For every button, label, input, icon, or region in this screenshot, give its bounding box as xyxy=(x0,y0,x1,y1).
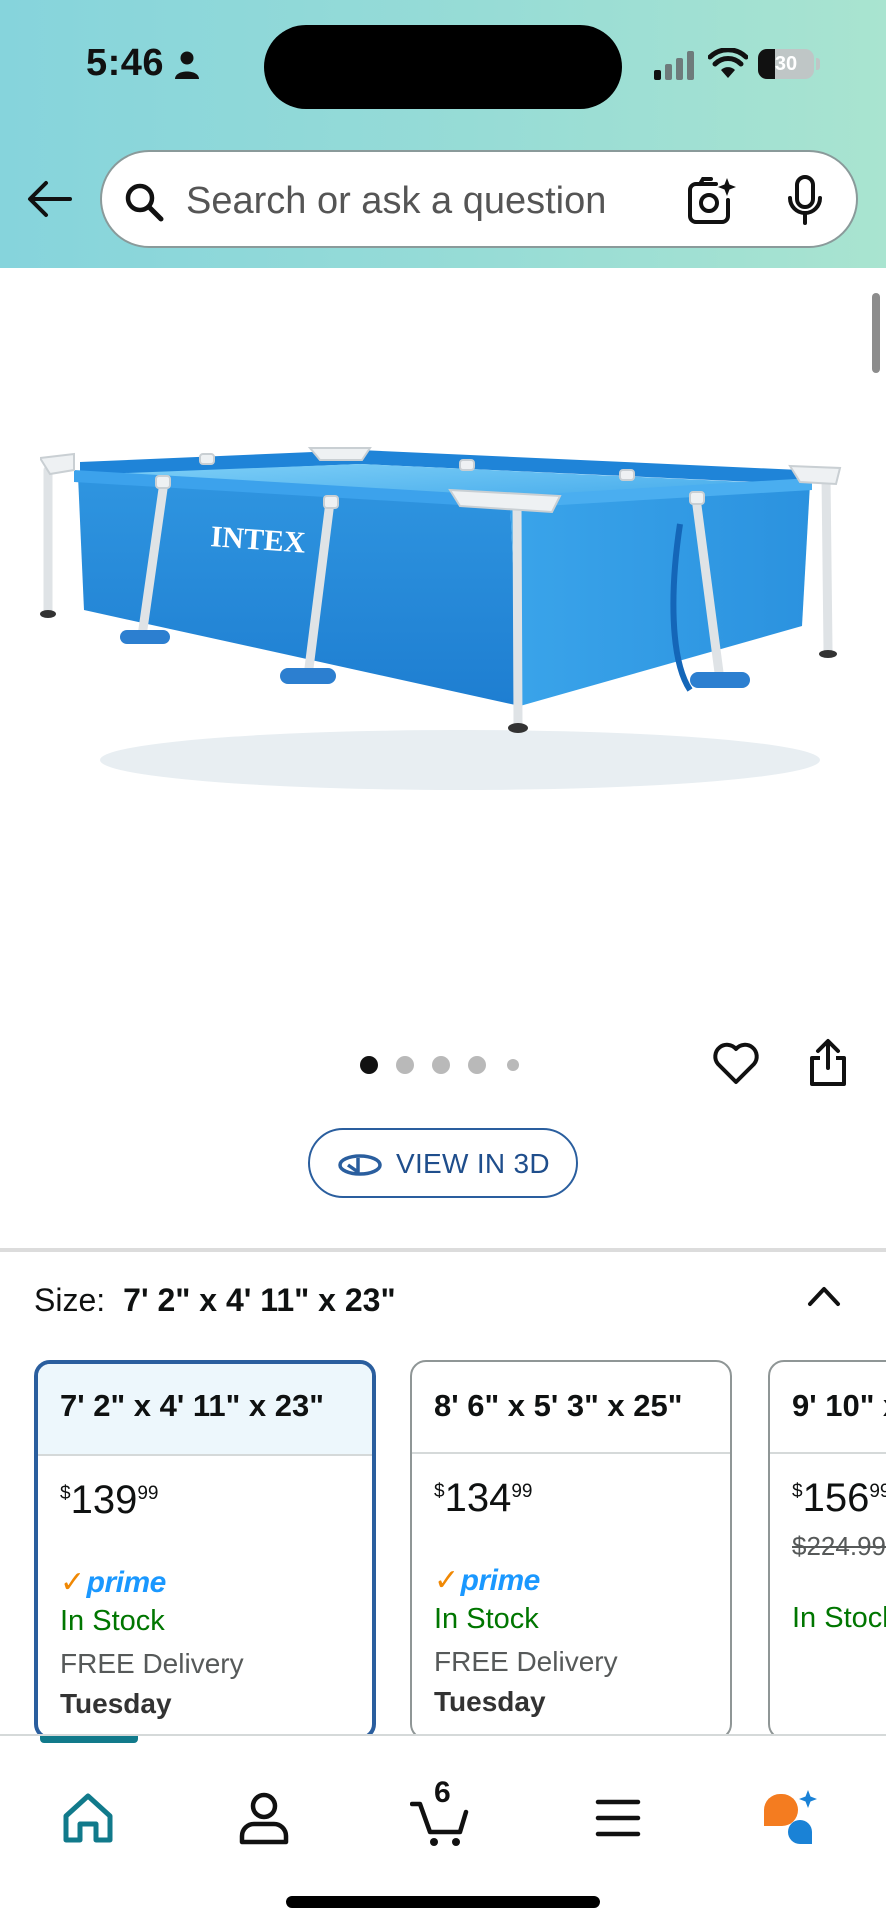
stock-status: In Stock xyxy=(792,1602,886,1634)
price-cents: 99 xyxy=(511,1481,533,1502)
menu-icon[interactable] xyxy=(588,1788,648,1848)
battery-icon: 30 xyxy=(758,49,814,79)
chevron-up-icon[interactable] xyxy=(805,1280,843,1310)
size-label: Size: xyxy=(34,1282,106,1318)
home-indicator-bar xyxy=(286,1896,600,1908)
stock-status: In Stock xyxy=(60,1605,165,1637)
carousel-dot-1[interactable] xyxy=(360,1056,378,1074)
size-selector-header[interactable]: Size: 7' 2" x 4' 11" x 23" xyxy=(34,1282,396,1319)
home-icon[interactable] xyxy=(58,1788,118,1848)
back-arrow-icon[interactable] xyxy=(26,175,74,223)
bottom-navigation: 6 xyxy=(0,1734,886,1920)
size-option-price: $13999 xyxy=(60,1478,350,1523)
image-carousel-dots[interactable] xyxy=(360,1052,530,1076)
delivery-text: FREE Delivery xyxy=(60,1648,244,1679)
stock-status: In Stock xyxy=(434,1603,539,1635)
size-option-card[interactable]: 7' 2" x 4' 11" x 23" $13999 ✓prime In St… xyxy=(34,1360,376,1740)
prime-badge: ✓prime xyxy=(60,1565,350,1599)
price-cents: 99 xyxy=(869,1481,886,1502)
carousel-dot-4[interactable] xyxy=(468,1056,486,1074)
delivery-day: Tuesday xyxy=(434,1686,546,1717)
currency-symbol: $ xyxy=(792,1481,803,1502)
size-selected-value: 7' 2" x 4' 11" x 23" xyxy=(123,1282,396,1318)
prime-check-icon: ✓ xyxy=(60,1566,85,1599)
svg-text:INTEX: INTEX xyxy=(210,520,307,560)
active-tab-indicator xyxy=(40,1736,138,1743)
price-cents: 99 xyxy=(137,1483,159,1504)
wifi-icon xyxy=(708,48,748,78)
dynamic-island xyxy=(264,25,622,109)
size-option-price: $15699 xyxy=(792,1476,886,1521)
prime-label: prime xyxy=(460,1564,541,1597)
battery-percent: 30 xyxy=(774,53,798,75)
battery-tip xyxy=(816,58,820,70)
view-in-3d-label: VIEW IN 3D xyxy=(396,1148,550,1179)
size-option-name: 7' 2" x 4' 11" x 23" xyxy=(38,1364,372,1456)
search-bar[interactable]: Search or ask a question xyxy=(100,150,858,248)
person-icon xyxy=(175,51,199,79)
account-icon[interactable] xyxy=(234,1788,294,1848)
rufus-assistant-icon[interactable] xyxy=(760,1788,820,1848)
search-icon xyxy=(125,183,164,222)
price-whole: 139 xyxy=(70,1478,138,1522)
prime-badge: ✓prime xyxy=(434,1563,708,1597)
currency-symbol: $ xyxy=(434,1481,445,1502)
section-divider xyxy=(0,1248,886,1252)
delivery-day: Tuesday xyxy=(60,1688,172,1719)
share-icon[interactable] xyxy=(806,1038,850,1088)
product-image-pool[interactable]: INTEX xyxy=(40,440,850,810)
rotate-3d-icon xyxy=(338,1154,382,1176)
carousel-dot-5[interactable] xyxy=(507,1059,519,1071)
delivery-text: FREE Delivery xyxy=(434,1646,618,1677)
size-option-name: 9' 10" x 6' 7" x 30" xyxy=(770,1362,886,1454)
microphone-icon[interactable] xyxy=(786,174,824,226)
carousel-dot-2[interactable] xyxy=(396,1056,414,1074)
currency-symbol: $ xyxy=(60,1483,71,1504)
cellular-signal-icon xyxy=(654,51,694,80)
search-input[interactable]: Search or ask a question xyxy=(186,180,606,223)
cart-count-badge: 6 xyxy=(434,1776,451,1809)
size-option-card[interactable]: 9' 10" x 6' 7" x 30" $15699 $224.99 In S… xyxy=(768,1360,886,1740)
size-option-name: 8' 6" x 5' 3" x 25" xyxy=(412,1362,730,1454)
cart-button[interactable]: 6 xyxy=(409,1776,470,1848)
size-option-price: $13499 xyxy=(434,1476,708,1521)
list-price: $224.99 xyxy=(792,1531,886,1561)
header: 5:46 30 Search or ask a question xyxy=(0,0,886,268)
status-time: 5:46 xyxy=(86,42,165,84)
scroll-indicator[interactable] xyxy=(872,293,880,373)
heart-icon[interactable] xyxy=(712,1040,760,1086)
prime-label: prime xyxy=(86,1566,167,1599)
prime-check-icon: ✓ xyxy=(434,1564,459,1597)
price-whole: 134 xyxy=(444,1476,512,1520)
status-bar: 5:46 30 xyxy=(0,0,886,130)
size-option-card[interactable]: 8' 6" x 5' 3" x 25" $13499 ✓prime In Sto… xyxy=(410,1360,732,1740)
view-in-3d-button[interactable]: VIEW IN 3D xyxy=(308,1128,578,1198)
carousel-dot-3[interactable] xyxy=(432,1056,450,1074)
price-whole: 156 xyxy=(802,1476,870,1520)
camera-lens-icon[interactable] xyxy=(686,176,736,226)
